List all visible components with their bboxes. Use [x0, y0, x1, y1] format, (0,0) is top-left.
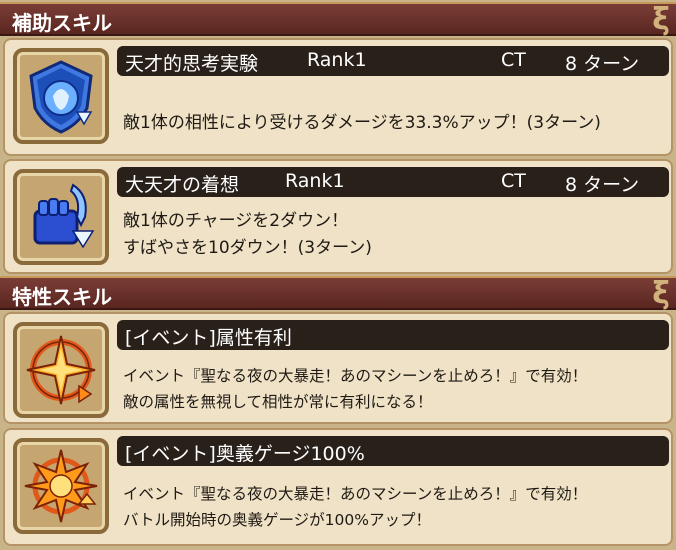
skill-ct-label: CT [501, 170, 526, 192]
skill-description-line: バトル開始時の奥義ゲージが100%アップ！ [123, 511, 431, 529]
skill-description-line: 敵1体のチャージを2ダウン！ [123, 211, 349, 231]
skill-name: [イベント]属性有利 [125, 327, 292, 349]
skill-ct-value: 8 ターン [565, 53, 640, 75]
skill-description-line: イベント『聖なる夜の大暴走！あのマシーンを止めろ！』で有効！ [123, 367, 588, 385]
skill-title-bar: 天才的思考実験 Rank1 CT 8 ターン [117, 46, 669, 76]
skill-title-bar: 大天才の着想 Rank1 CT 8 ターン [117, 167, 669, 197]
skill-name: 天才的思考実験 [125, 53, 259, 75]
orange-compass-star-icon [26, 335, 96, 405]
blue-shield-orb-icon [29, 60, 93, 134]
swirl-ornament-icon: ξ [652, 2, 670, 37]
skill-icon-frame [13, 48, 109, 144]
swirl-ornament-icon: ξ [652, 276, 670, 311]
skill-icon-frame [13, 438, 109, 534]
skill-ct-value: 8 ターン [565, 174, 640, 196]
skill-title-bar: [イベント]奥義ゲージ100% [117, 436, 669, 466]
trait-skill-header: 特性スキル ξ [0, 276, 676, 311]
skill-rank: Rank1 [307, 49, 367, 71]
support-skill-header: 補助スキル ξ [0, 2, 676, 37]
skill-description-line: イベント『聖なる夜の大暴走！あのマシーンを止めろ！』で有効！ [123, 485, 588, 503]
skill-icon-frame [13, 169, 109, 265]
skill-ct-label: CT [501, 49, 526, 71]
section-title: 特性スキル [12, 285, 112, 309]
skill-name: 大天才の着想 [125, 174, 240, 196]
skill-card[interactable]: [イベント]属性有利 イベント『聖なる夜の大暴走！あのマシーンを止めろ！』で有効… [3, 312, 673, 424]
skill-name: [イベント]奥義ゲージ100% [125, 443, 365, 465]
skill-rank: Rank1 [285, 170, 345, 192]
skill-description-line: 敵の属性を無視して相性が常に有利になる！ [123, 393, 433, 411]
skill-card[interactable]: 天才的思考実験 Rank1 CT 8 ターン 敵1体の相性により受けるダメージを… [3, 38, 673, 156]
blue-fist-down-arrow-icon [33, 183, 95, 249]
skill-icon-frame [13, 322, 109, 418]
skill-description-line: すばやさを10ダウン！(3ターン) [123, 238, 372, 258]
skill-card[interactable]: 大天才の着想 Rank1 CT 8 ターン 敵1体のチャージを2ダウン！ すばや… [3, 159, 673, 274]
skill-description-line: 敵1体の相性により受けるダメージを33.3%アップ！(3ターン) [123, 113, 601, 133]
section-title: 補助スキル [12, 11, 112, 35]
skill-card[interactable]: [イベント]奥義ゲージ100% イベント『聖なる夜の大暴走！あのマシーンを止めろ… [3, 428, 673, 546]
skill-title-bar: [イベント]属性有利 [117, 320, 669, 350]
orange-sun-burst-up-arrow-icon [24, 449, 98, 523]
